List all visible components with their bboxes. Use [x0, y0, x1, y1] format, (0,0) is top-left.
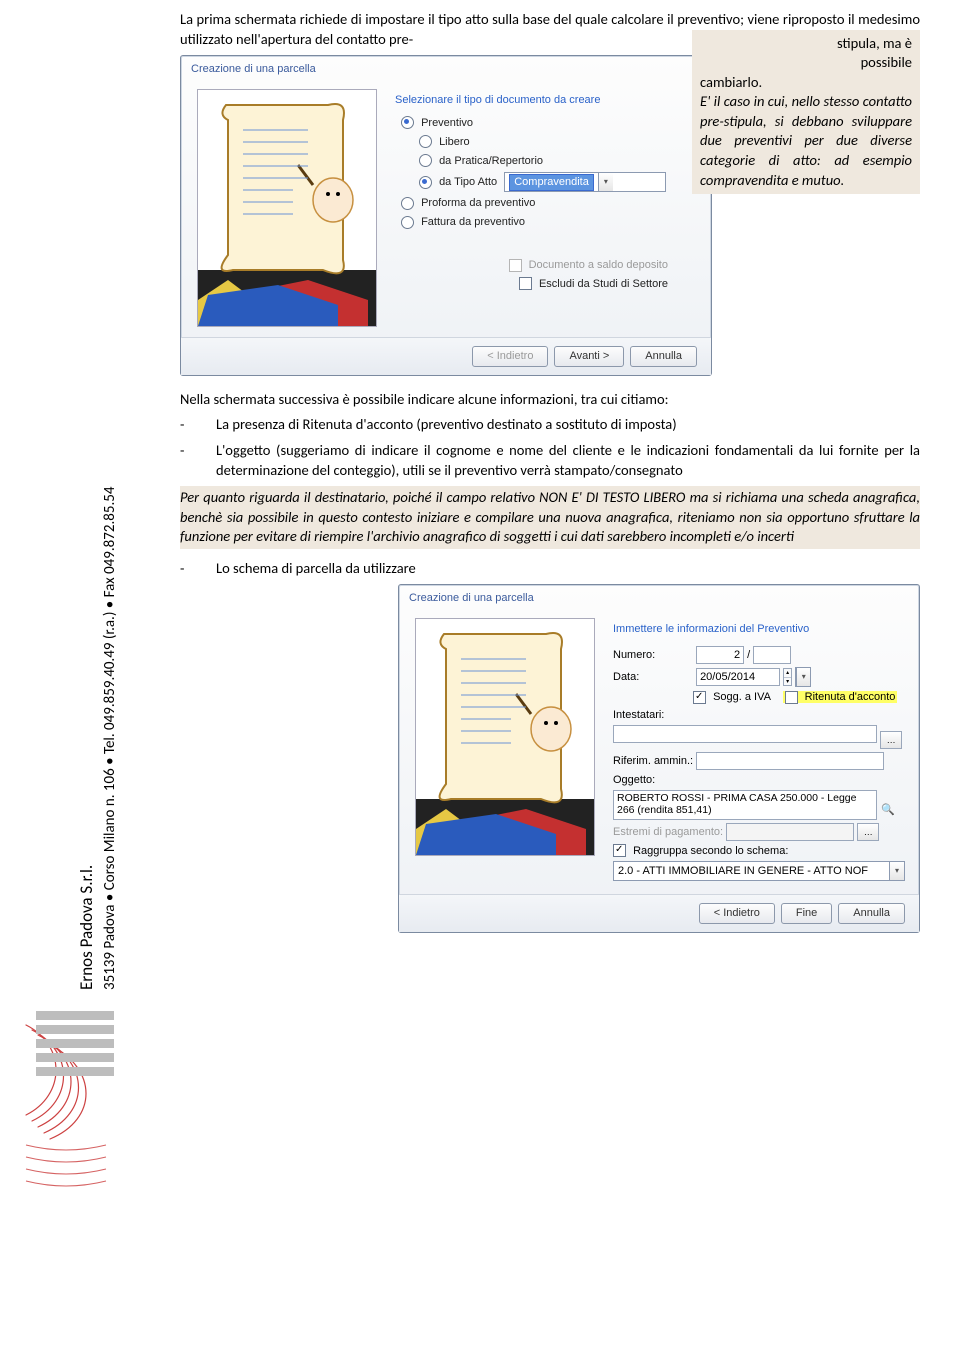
bullet-oggetto: -L'oggetto (suggeriamo di indicare il co… [216, 441, 920, 480]
input-riferim[interactable] [696, 752, 884, 770]
combo-tipo-atto[interactable]: Compravendita▾ [504, 172, 666, 192]
input-oggetto[interactable]: ROBERTO ROSSI - PRIMA CASA 250.000 - Leg… [613, 790, 877, 820]
input-estremi [726, 823, 854, 841]
combo-schema[interactable]: 2.0 - ATTI IMMOBILIARE IN GENERE - ATTO … [613, 861, 905, 881]
label-data: Data: [613, 670, 693, 685]
mid-paragraph: Nella schermata successiva è possibile i… [180, 390, 920, 410]
wizard-illustration [415, 618, 595, 856]
dialog-title: Creazione di una parcella [399, 585, 919, 612]
chevron-down-icon[interactable]: ▾ [598, 173, 613, 191]
browse-button[interactable]: … [880, 731, 902, 749]
dialog-creazione-parcella-2: Creazione di una parcella [398, 584, 920, 933]
next-button[interactable]: Avanti > [554, 346, 624, 367]
note-destinatario: Per quanto riguarda il destinatario, poi… [180, 486, 920, 549]
label-oggetto: Oggetto: [613, 773, 903, 788]
cancel-button[interactable]: Annulla [630, 346, 697, 367]
input-numero-suffix[interactable] [753, 646, 791, 664]
search-icon[interactable]: 🔍 [880, 802, 896, 818]
label-riferim: Riferim. ammin.: [613, 755, 693, 767]
chevron-down-icon[interactable]: ▾ [889, 862, 904, 880]
input-data[interactable]: 20/05/2014 [696, 668, 780, 686]
wizard-illustration [197, 89, 377, 327]
check-escludi-studi[interactable]: Escludi da Studi di Settore [395, 275, 668, 294]
company-name: Ernos Padova S.r.l. [76, 865, 99, 990]
radio-da-pratica[interactable]: da Pratica/Repertorio [419, 152, 668, 171]
radio-fattura[interactable]: Fattura da preventivo [395, 213, 668, 232]
radio-proforma[interactable]: Proforma da preventivo [395, 194, 668, 213]
label-estremi: Estremi di pagamento: [613, 826, 723, 838]
company-address: 35139 Padova • Corso Milano n. 106 • Tel… [100, 487, 120, 990]
company-logo [6, 1005, 126, 1265]
check-saldo-deposito: Documento a saldo deposito [395, 256, 668, 275]
section-label: Immettere le informazioni del Preventivo [613, 618, 903, 643]
intro-paragraph: La prima schermata richiede di impostare… [180, 10, 920, 49]
dialog-creazione-parcella-1: Creazione di una parcella [180, 55, 712, 376]
back-button: < Indietro [472, 346, 548, 367]
browse-button[interactable]: … [857, 823, 879, 841]
side-note-italic: stipula, ma èpossibilecambiarlo.E' il ca… [692, 30, 920, 195]
back-button[interactable]: < Indietro [699, 903, 775, 924]
dialog-title: Creazione di una parcella [181, 56, 711, 83]
check-raggruppa[interactable]: Raggruppa secondo lo schema: [613, 844, 903, 859]
input-intestatari[interactable] [613, 725, 877, 743]
radio-preventivo[interactable]: Preventivo [395, 114, 668, 133]
bullet-ritenuta: -La presenza di Ritenuta d'acconto (prev… [216, 415, 920, 435]
finish-button[interactable]: Fine [781, 903, 832, 924]
check-sogg-iva[interactable]: Sogg. a IVA [693, 691, 770, 703]
section-label: Selezionare il tipo di documento da crea… [395, 89, 668, 114]
radio-da-tipo-atto[interactable]: da Tipo Atto Compravendita▾ [419, 170, 668, 194]
check-ritenuta[interactable]: Ritenuta d'acconto [783, 691, 898, 703]
label-numero: Numero: [613, 648, 693, 663]
bullet-schema: -Lo schema di parcella da utilizzare [216, 559, 920, 579]
label-intestatari: Intestatari: [613, 708, 903, 723]
chevron-down-icon[interactable]: ▾ [796, 668, 810, 686]
cancel-button[interactable]: Annulla [838, 903, 905, 924]
radio-libero[interactable]: Libero [419, 133, 668, 152]
input-numero[interactable]: 2 [696, 646, 744, 664]
date-spinner[interactable]: ▴▾ [783, 668, 792, 686]
